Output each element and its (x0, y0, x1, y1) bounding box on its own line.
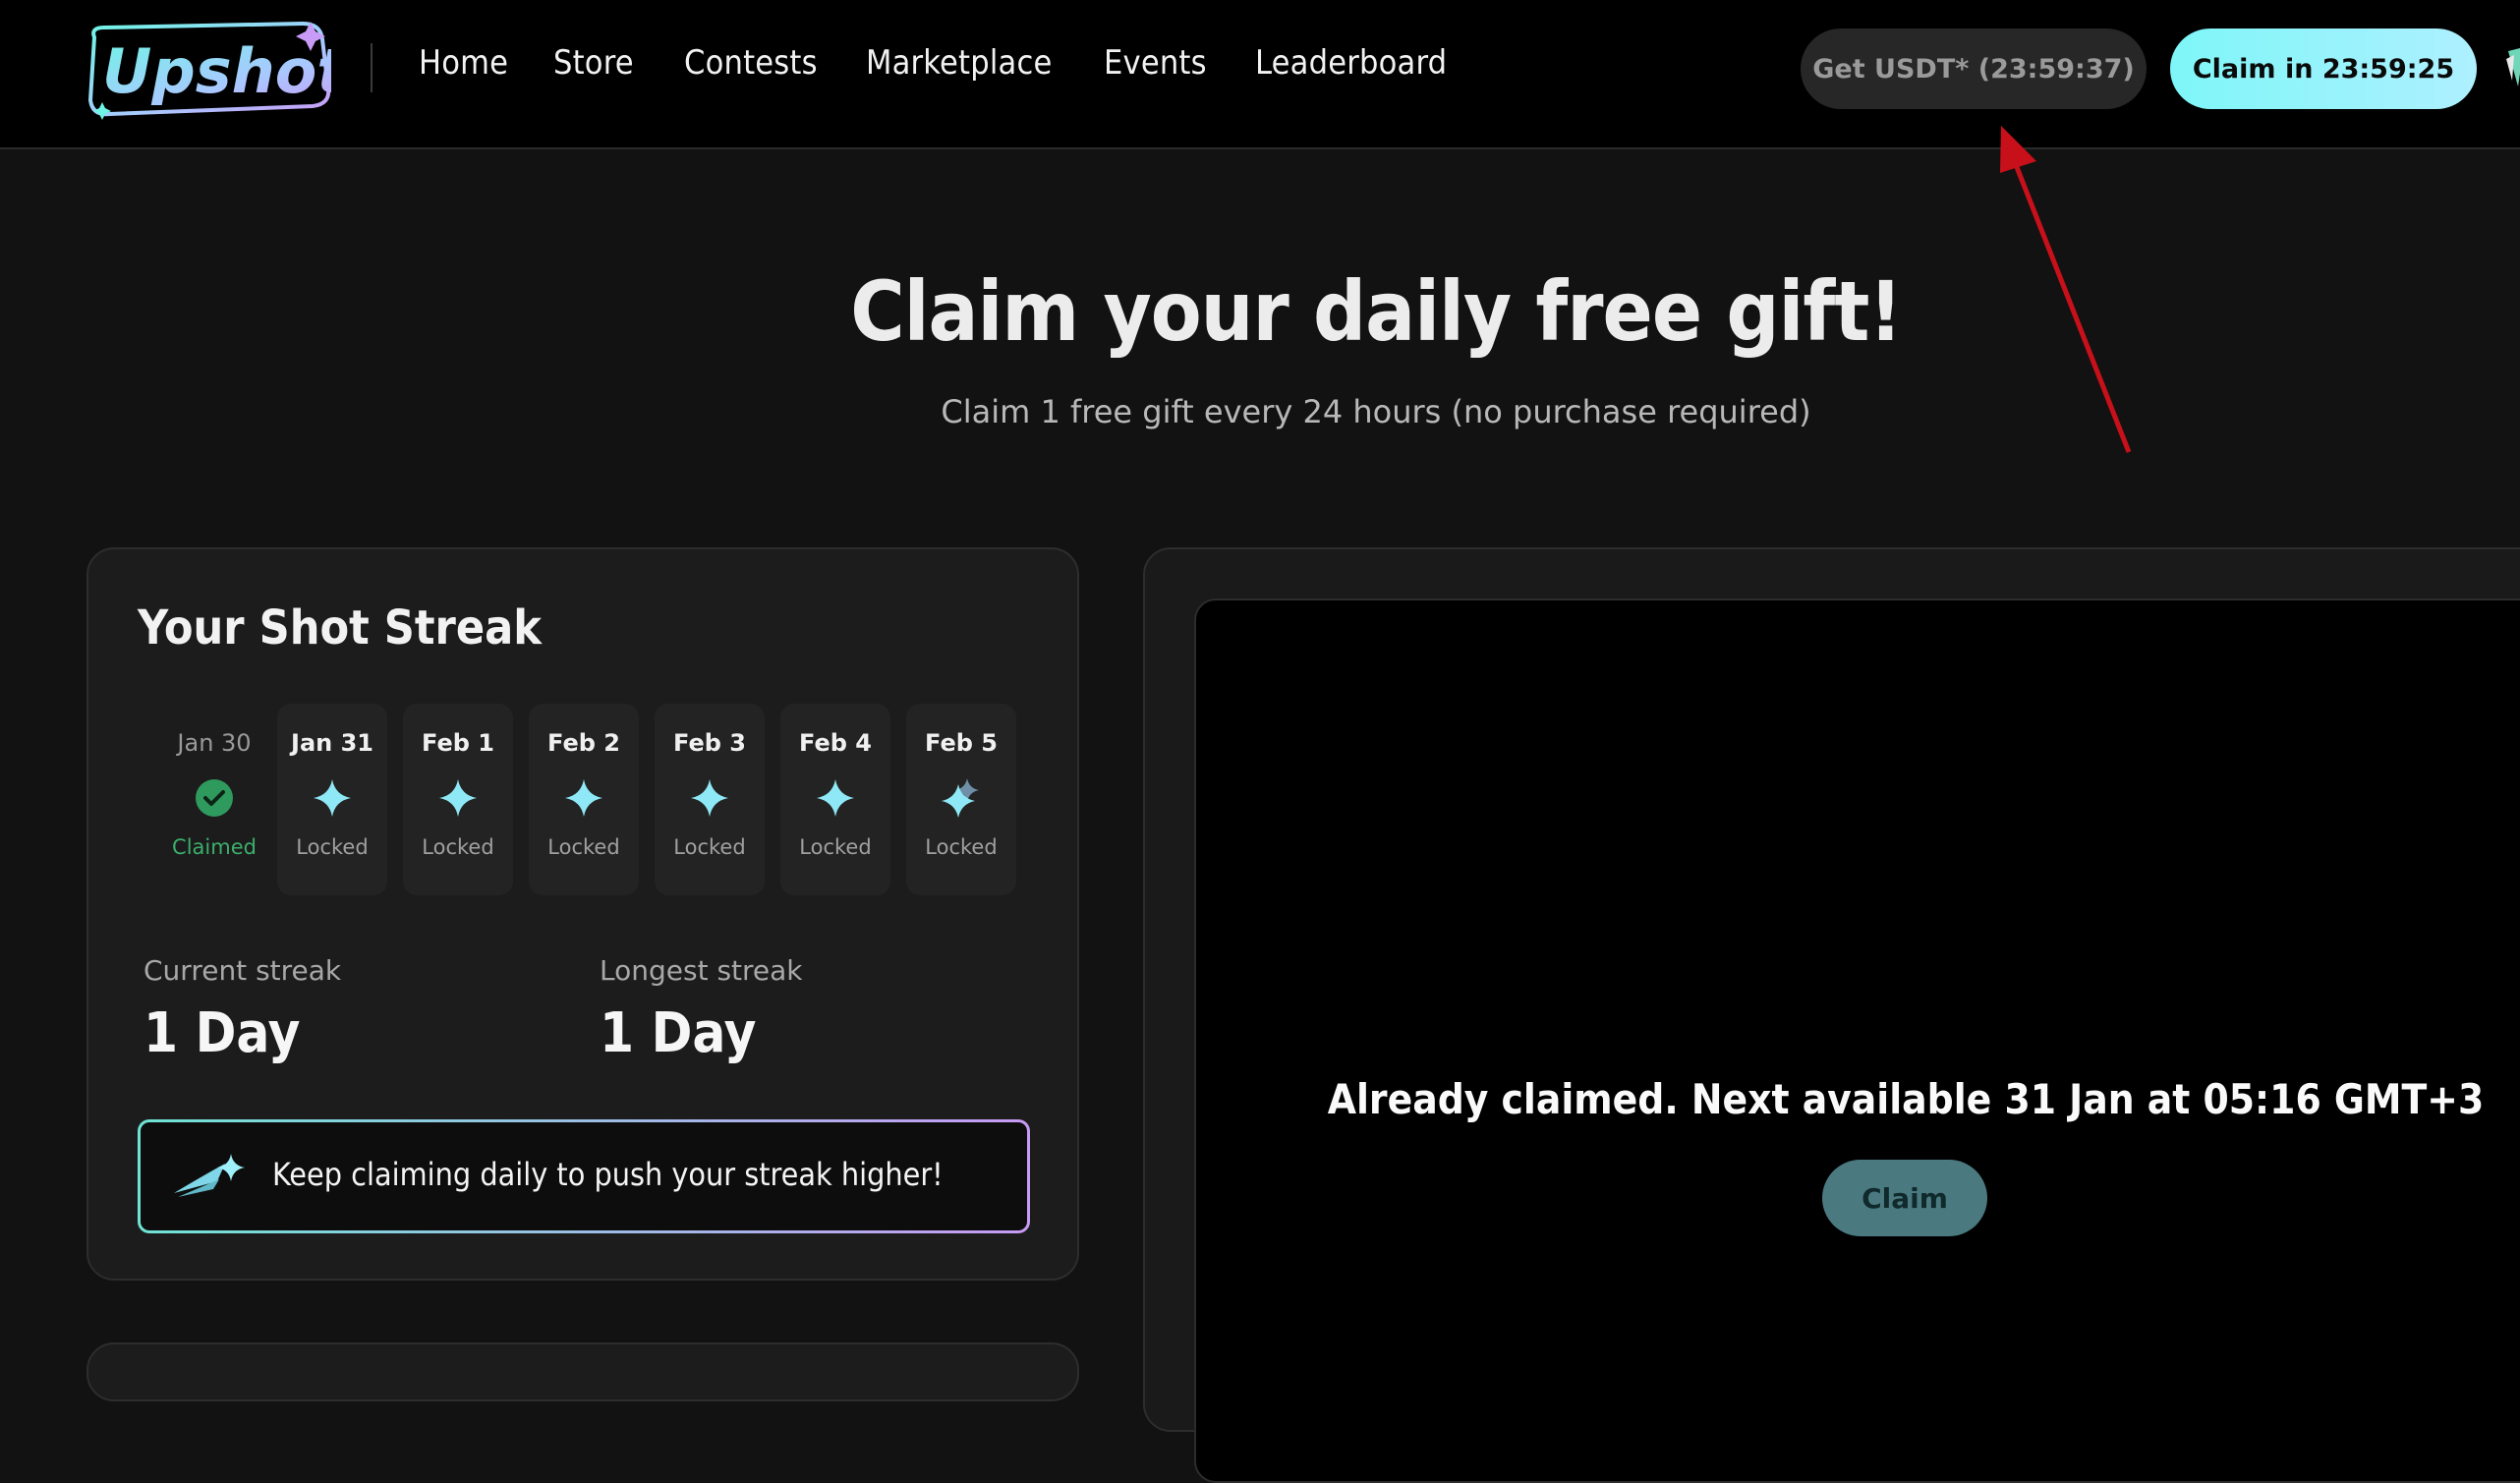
day-date: Feb 4 (799, 729, 872, 757)
double-sparkle-icon (942, 778, 979, 818)
sparkle-icon (817, 779, 854, 817)
nav-store[interactable]: Store (553, 43, 634, 83)
longest-streak-label: Longest streak (600, 954, 803, 987)
claim-timer-button[interactable]: Claim in 23:59:25 (2170, 29, 2477, 109)
streak-tip-banner: Keep claiming daily to push your streak … (138, 1119, 1030, 1233)
day-status: Locked (799, 835, 872, 859)
gift-panel (1143, 547, 2520, 1483)
nav-home[interactable]: Home (419, 43, 508, 83)
sparkle-icon (314, 779, 351, 817)
day-date: Feb 2 (547, 729, 620, 757)
streak-day: Feb 1 Locked (403, 704, 513, 895)
logo-icon: Upshot (87, 21, 348, 120)
sparkle-icon (565, 779, 602, 817)
day-date: Jan 30 (177, 729, 252, 757)
current-streak-label: Current streak (143, 954, 342, 987)
nav-events[interactable]: Events (1104, 43, 1207, 83)
nav-marketplace[interactable]: Marketplace (866, 43, 1053, 83)
get-usdt-button[interactable]: Get USDT* (23:59:37) (1801, 29, 2147, 109)
shot-streak-card: Your Shot Streak Jan 30 Claimed Jan 31 L… (86, 547, 1079, 1281)
day-date: Feb 1 (422, 729, 494, 757)
streak-day: Feb 3 Locked (655, 704, 765, 895)
day-status: Locked (296, 835, 369, 859)
upshot-logo[interactable]: Upshot (81, 20, 348, 123)
streak-day: Jan 30 Claimed (159, 704, 269, 895)
day-status: Locked (547, 835, 620, 859)
nav-contests[interactable]: Contests (684, 43, 818, 83)
current-streak-value: 1 Day (143, 1001, 301, 1065)
secondary-card (86, 1342, 1079, 1401)
day-date: Jan 31 (291, 729, 373, 757)
day-status: Claimed (172, 835, 257, 859)
top-navigation-bar: Upshot Home Store Contests Marketplace E… (0, 0, 2520, 149)
streak-day: Feb 2 Locked (529, 704, 639, 895)
day-date: Feb 5 (925, 729, 998, 757)
day-status: Locked (673, 835, 746, 859)
header-divider (371, 43, 372, 92)
streak-title: Your Shot Streak (138, 600, 542, 656)
user-avatar-icon[interactable] (2502, 37, 2520, 96)
hero-subtitle: Claim 1 free gift every 24 hours (no pur… (941, 393, 1811, 430)
day-date: Feb 3 (673, 729, 746, 757)
check-circle-icon (196, 779, 233, 817)
longest-streak-value: 1 Day (600, 1001, 757, 1065)
shooting-star-icon (174, 1154, 245, 1197)
day-status: Locked (422, 835, 494, 859)
day-status: Locked (925, 835, 998, 859)
streak-day: Feb 5 Locked (906, 704, 1016, 895)
hero-heading: Claim your daily free gift! (850, 263, 1903, 360)
nav-leaderboard[interactable]: Leaderboard (1255, 43, 1447, 83)
already-claimed-message: Already claimed. Next available 31 Jan a… (1327, 1075, 2485, 1123)
claim-button[interactable]: Claim (1822, 1160, 1987, 1236)
streak-tip-text: Keep claiming daily to push your streak … (272, 1156, 944, 1193)
sparkle-icon (691, 779, 728, 817)
logo-wordmark: Upshot (102, 35, 331, 107)
streak-day: Feb 4 Locked (780, 704, 890, 895)
gift-display-area (1194, 599, 2520, 1483)
sparkle-icon (439, 779, 477, 817)
streak-day: Jan 31 Locked (277, 704, 387, 895)
